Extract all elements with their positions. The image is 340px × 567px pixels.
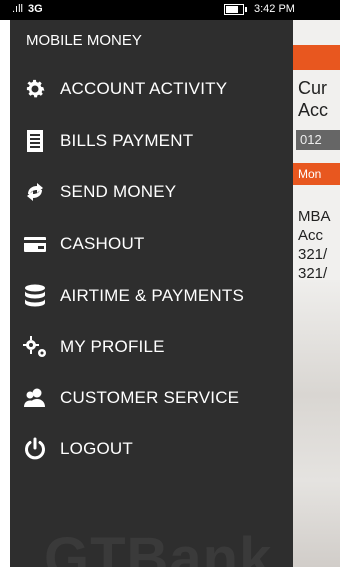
clock: 3:42 PM [254,3,295,15]
menu-item-account-activity[interactable]: ACCOUNT ACTIVITY [22,72,287,106]
bill-icon [22,128,48,154]
navigation-drawer: GTBank MOBILE MONEY ACCOUNT ACTIVITY BIL… [10,20,293,567]
gtbank-watermark: GTBank [44,526,273,567]
menu-item-logout[interactable]: LOGOUT [22,432,287,466]
network-type: 3G [28,3,43,15]
menu-item-label: ACCOUNT ACTIVITY [60,79,228,98]
account-number-box: 012 [296,130,340,150]
background-photo [293,280,340,567]
top-accent-bar [293,45,340,70]
menu-item-label: MY PROFILE [60,337,165,356]
detail-line: MBA [298,208,331,225]
battery-icon [224,4,244,15]
drawer-title: MOBILE MONEY [26,32,142,49]
menu-item-cashout[interactable]: CASHOUT [22,227,287,261]
status-bar: .ıll 3G 3:42 PM [0,0,340,20]
menu-item-label: SEND MONEY [60,182,177,201]
menu-item-label: LOGOUT [60,439,133,458]
detail-line: 321/ [298,246,328,263]
menu-item-label: CUSTOMER SERVICE [60,388,240,407]
menu-item-my-profile[interactable]: MY PROFILE [22,330,287,364]
gear-icon [22,76,48,102]
power-icon [22,436,48,462]
menu-item-label: AIRTIME & PAYMENTS [60,286,245,305]
background-page: Cur Acc 012 Mon MBA Acc 321/ 321/ [293,20,340,567]
menu-item-bills-payment[interactable]: BILLS PAYMENT [22,124,287,158]
page-heading-line-2: Acc [298,100,329,120]
menu-item-label: BILLS PAYMENT [60,131,194,150]
send-money-icon [22,179,48,205]
battery-tip [245,7,247,12]
money-section-bar: Mon [293,163,340,185]
menu-item-airtime-payments[interactable]: AIRTIME & PAYMENTS [22,279,287,313]
menu-item-label: CASHOUT [60,234,145,253]
users-icon [22,385,48,411]
left-edge [0,0,10,567]
database-icon [22,283,48,309]
page-heading-line-1: Cur [298,78,328,98]
detail-line: Acc [298,227,324,244]
gears-icon [22,334,48,360]
menu-item-send-money[interactable]: SEND MONEY [22,175,287,209]
menu-item-customer-service[interactable]: CUSTOMER SERVICE [22,381,287,415]
detail-lines: MBA Acc 321/ 321/ [298,207,331,283]
signal-icon: .ıll [12,3,23,15]
card-icon [22,231,48,257]
